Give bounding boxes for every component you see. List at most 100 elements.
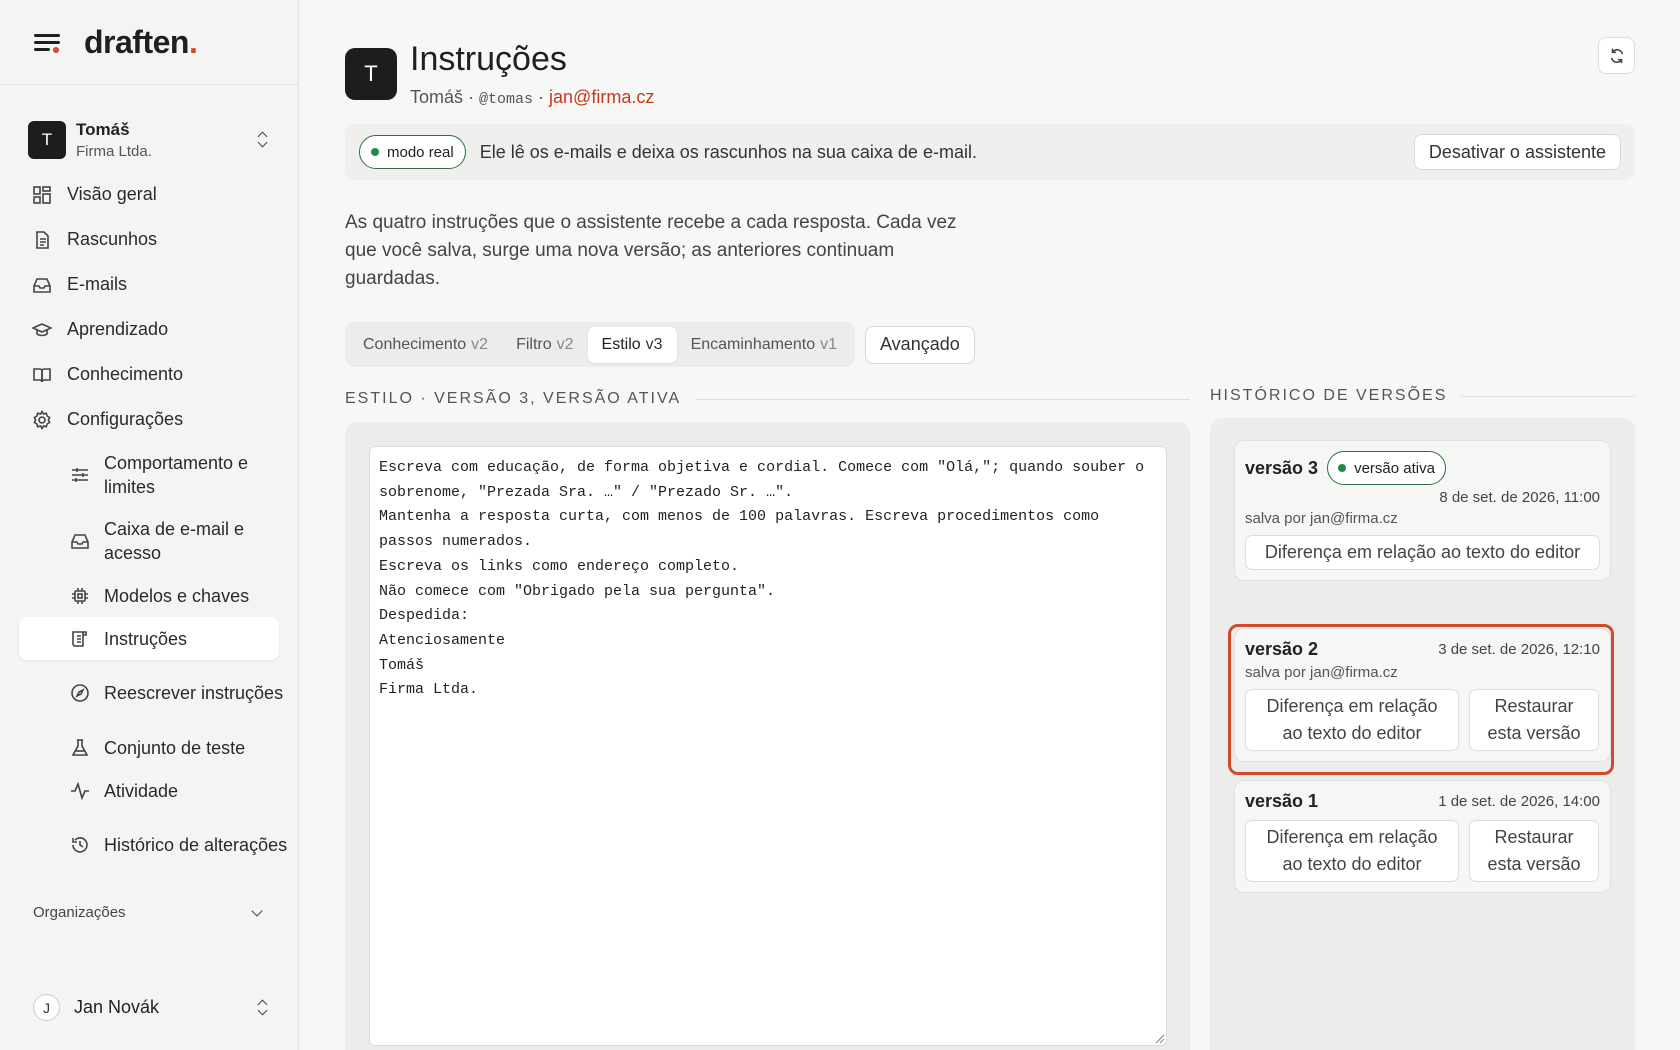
resize-handle-icon[interactable] — [1155, 1034, 1165, 1044]
history-label: HISTÓRICO DE VERSÕES — [1210, 387, 1448, 404]
subnav-label: Conjunto de teste — [104, 737, 246, 758]
menu-icon[interactable] — [34, 32, 60, 53]
tab-label: Conhecimento — [363, 335, 467, 353]
header-email-link[interactable]: jan@firma.cz — [549, 87, 654, 107]
subnav-rewrite[interactable]: Reescrever instruções — [0, 660, 298, 726]
version-name: versão 2 — [1245, 639, 1319, 659]
nav-drafts[interactable]: Rascunhos — [0, 217, 298, 262]
subnav-label: Caixa de e-mail e acesso — [104, 519, 245, 563]
book-open-icon — [33, 367, 51, 382]
version-author: salva por jan@firma.cz — [1245, 510, 1398, 527]
status-dot — [371, 148, 379, 156]
user-name: Jan Novák — [74, 997, 160, 1017]
subnav-behavior[interactable]: Comportamento e limites — [0, 442, 298, 508]
version-card-3: versão 3 versão ativa 8 de set. de 2026,… — [1234, 440, 1611, 581]
dashboard-icon — [33, 185, 51, 204]
nav-label: Aprendizado — [67, 319, 169, 339]
page-description: As quatro instruções que o assistente re… — [345, 212, 957, 289]
nav-knowledge[interactable]: Conhecimento — [0, 352, 298, 397]
diff-button[interactable]: Diferença em relação ao texto do editor — [1245, 535, 1600, 570]
nav-emails[interactable]: E-mails — [0, 262, 298, 307]
user-avatar: J — [33, 994, 60, 1021]
version-date: 8 de set. de 2026, 11:00 — [1439, 489, 1600, 506]
tab-version: v1 — [820, 335, 837, 353]
tab-version: v2 — [556, 335, 574, 353]
account-switcher[interactable]: T Tomáš Firma Ltda. — [0, 116, 298, 164]
subnav-models[interactable]: Modelos e chaves — [0, 574, 298, 617]
active-version-badge: versão ativa — [1327, 451, 1446, 485]
tab-label: Filtro — [516, 335, 552, 353]
chip-icon — [72, 587, 88, 604]
version-card-2: versão 2 3 de set. de 2026, 12:10 salva … — [1234, 628, 1611, 762]
refresh-button[interactable] — [1598, 37, 1635, 74]
version-history-panel: versão 3 versão ativa 8 de set. de 2026,… — [1210, 418, 1635, 1050]
tab-style[interactable]: Estilo v3 — [587, 326, 677, 363]
flask-icon — [71, 738, 89, 756]
nav-settings[interactable]: Configurações — [0, 397, 298, 442]
logo[interactable]: draften. — [84, 24, 198, 61]
subnav-label: Reescrever instruções — [104, 683, 284, 703]
version-date: 1 de set. de 2026, 14:00 — [1438, 793, 1600, 810]
nav-learning[interactable]: Aprendizado — [0, 307, 298, 352]
chevron-down-icon — [251, 904, 263, 917]
sidebar: draften. T Tomáš Firma Ltda. Visão geral… — [0, 0, 299, 1050]
nav-label: Rascunhos — [67, 229, 158, 249]
header-handle: @tomas — [479, 91, 534, 108]
version-date: 3 de set. de 2026, 12:10 — [1438, 641, 1600, 658]
instruction-tabs: Conhecimento v2 Filtro v2 Estilo v3 Encamin… — [345, 322, 975, 367]
tab-routing[interactable]: Encaminhamento v1 — [677, 327, 851, 363]
editor-card: Escreva com educação, de forma objetiva … — [345, 422, 1190, 1050]
nav-label: E-mails — [67, 274, 128, 294]
diff-button[interactable]: Diferença em relação ao texto do editor — [1245, 820, 1459, 882]
chevron-updown-icon — [256, 130, 270, 150]
subnav-label: Comportamento e limites — [104, 453, 249, 497]
nav-label: Visão geral — [67, 184, 157, 204]
separator: · — [463, 87, 480, 107]
history-icon — [72, 837, 88, 853]
subnav-instructions[interactable]: Instruções — [19, 617, 279, 660]
status-dot — [1338, 464, 1347, 472]
organizations-label: Organizações — [33, 904, 126, 921]
refresh-icon — [1610, 48, 1623, 63]
history-section-label: HISTÓRICO DE VERSÕES — [1210, 387, 1635, 405]
tab-knowledge[interactable]: Conhecimento v2 — [349, 327, 502, 363]
diff-button[interactable]: Diferença em relação ao texto do editor — [1245, 689, 1459, 751]
deactivate-assistant-button[interactable]: Desativar o assistente — [1413, 134, 1621, 170]
version-name: versão 1 — [1245, 791, 1319, 811]
page-title: Instruções — [410, 40, 567, 78]
page-subtitle: Tomáš · @tomas · jan@firma.cz — [410, 87, 654, 108]
sliders-icon — [72, 468, 88, 482]
status-banner: modo real Ele lê os e-mails e deixa os r… — [345, 124, 1635, 180]
subnav-activity[interactable]: Atividade — [0, 769, 298, 812]
instruction-editor[interactable]: Escreva com educação, de forma objetiva … — [369, 446, 1167, 1046]
subnav-history[interactable]: Histórico de alterações — [0, 812, 298, 878]
version-name: versão 3 — [1245, 457, 1319, 478]
editor-label: ESTILO · VERSÃO 3, VERSÃO ATIVA — [345, 390, 682, 407]
chevron-updown-icon — [256, 998, 270, 1018]
restore-version-button[interactable]: Restaurar esta versão — [1469, 820, 1599, 882]
user-switcher[interactable]: J Jan Novák — [33, 994, 270, 1021]
subnav-testset[interactable]: Conjunto de teste — [0, 726, 298, 769]
nav-overview[interactable]: Visão geral — [0, 172, 298, 217]
restore-version-button[interactable]: Restaurar esta versão — [1469, 689, 1599, 751]
header-avatar: T — [345, 48, 397, 100]
nav-label: Conhecimento — [67, 364, 184, 384]
subnav-mailbox[interactable]: Caixa de e-mail e acesso — [0, 508, 298, 574]
divider — [695, 398, 1190, 400]
advanced-button[interactable]: Avançado — [865, 325, 975, 364]
tab-label: Estilo — [601, 335, 641, 353]
nav-label: Configurações — [67, 409, 184, 429]
subnav-label: Atividade — [104, 780, 179, 801]
account-name: Tomáš — [76, 120, 130, 139]
version-author: salva por jan@firma.cz — [1245, 664, 1398, 681]
tab-filter[interactable]: Filtro v2 — [502, 327, 587, 363]
mode-label: modo real — [387, 143, 454, 161]
graduation-cap-icon — [32, 322, 52, 336]
page-header: T Instruções Tomáš · @tomas · jan@firma.… — [345, 40, 654, 108]
editor-section-label: ESTILO · VERSÃO 3, VERSÃO ATIVA — [345, 390, 1190, 408]
activity-icon — [71, 781, 89, 800]
organizations-toggle[interactable]: Organizações — [33, 904, 265, 921]
inbox-icon — [33, 277, 51, 293]
header-name: Tomáš — [410, 87, 464, 107]
subnav-label: Histórico de alterações — [104, 835, 288, 855]
